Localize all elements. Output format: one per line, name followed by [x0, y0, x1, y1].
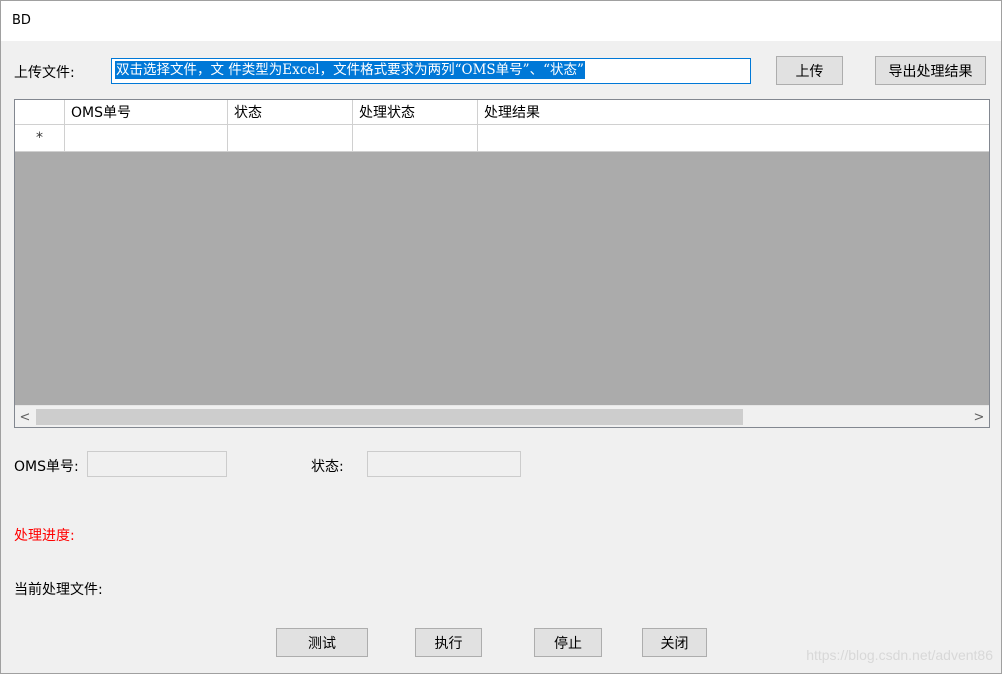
main-window: BD 上传文件: 双击选择文件，文 件类型为Excel，文件格式要求为两列“OM… — [0, 0, 1002, 674]
data-grid[interactable]: OMS单号 状态 处理状态 处理结果 * < > — [14, 99, 990, 428]
test-button[interactable]: 测试 — [276, 628, 368, 657]
window-title: BD — [12, 13, 31, 28]
title-bar: BD — [1, 1, 1001, 41]
scroll-left-icon[interactable]: < — [15, 406, 35, 427]
horizontal-scrollbar[interactable]: < > — [15, 405, 989, 427]
grid-cell-process-result[interactable] — [478, 125, 989, 152]
grid-cell-status[interactable] — [228, 125, 353, 152]
stop-button[interactable]: 停止 — [534, 628, 602, 657]
oms-number-field[interactable] — [87, 451, 227, 477]
status-field[interactable] — [367, 451, 521, 477]
column-header-status[interactable]: 状态 — [228, 100, 353, 124]
grid-cell-process-status[interactable] — [353, 125, 478, 152]
status-label: 状态: — [311, 459, 344, 475]
grid-corner-header[interactable] — [15, 100, 65, 124]
scroll-right-icon[interactable]: > — [969, 406, 989, 427]
close-button[interactable]: 关闭 — [642, 628, 707, 657]
upload-button[interactable]: 上传 — [776, 56, 843, 85]
new-row-marker: * — [15, 125, 65, 152]
scrollbar-thumb[interactable] — [36, 409, 743, 425]
column-header-process-status[interactable]: 处理状态 — [353, 100, 478, 124]
execute-button[interactable]: 执行 — [415, 628, 482, 657]
file-path-input-text: 双击选择文件，文 件类型为Excel，文件格式要求为两列“OMS单号”、“状态” — [115, 61, 585, 79]
progress-label: 处理进度: — [14, 528, 75, 544]
grid-header-row: OMS单号 状态 处理状态 处理结果 — [15, 100, 989, 125]
grid-cell-oms-number[interactable] — [65, 125, 228, 152]
column-header-process-result[interactable]: 处理结果 — [478, 100, 989, 124]
upload-file-label: 上传文件: — [14, 65, 75, 81]
column-header-oms-number[interactable]: OMS单号 — [65, 100, 228, 124]
file-path-input[interactable]: 双击选择文件，文 件类型为Excel，文件格式要求为两列“OMS单号”、“状态” — [111, 58, 751, 84]
export-results-button[interactable]: 导出处理结果 — [875, 56, 986, 85]
oms-number-label: OMS单号: — [14, 459, 79, 475]
table-row[interactable]: * — [15, 125, 989, 152]
current-file-label: 当前处理文件: — [14, 582, 103, 598]
watermark-text: https://blog.csdn.net/advent86 — [806, 647, 993, 663]
